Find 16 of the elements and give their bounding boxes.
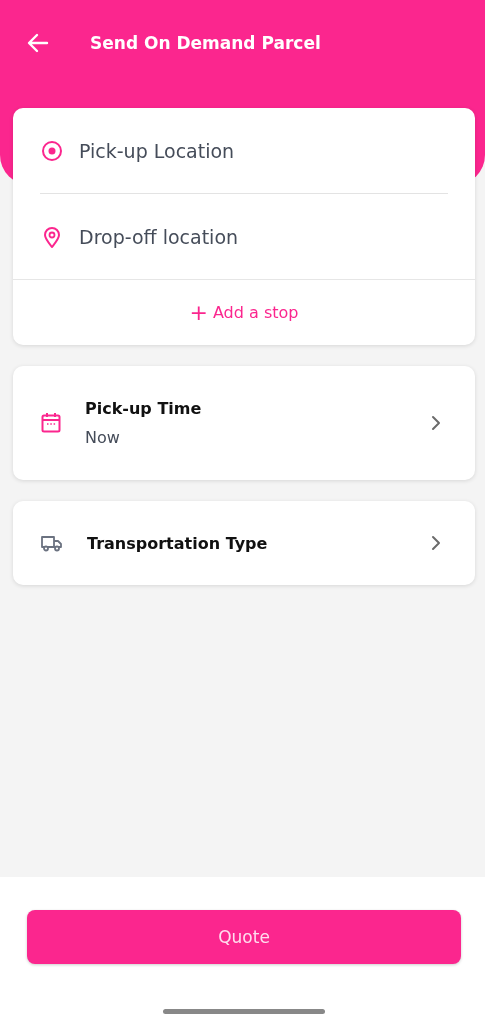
chevron-right-icon [431,415,441,431]
chevron-right-icon [431,535,441,551]
add-stop-button[interactable]: + Add a stop [181,297,307,328]
target-icon [41,139,63,162]
option-card[interactable]: Transportation Type [13,501,475,585]
page-title: Send On Demand Parcel [90,32,321,55]
location-field[interactable]: Drop-off location [79,221,448,252]
location-field[interactable]: Pick-up Location [79,135,448,166]
option-title: Transportation Type [87,533,269,553]
option-card[interactable]: Pick-up Time Now [13,366,475,480]
map-pin-icon [41,225,63,248]
calendar-icon [41,412,61,434]
option-value: Now [85,428,121,447]
back-arrow-icon[interactable] [26,31,50,55]
option-title: Pick-up Time [85,399,203,418]
truck-icon [41,534,63,552]
